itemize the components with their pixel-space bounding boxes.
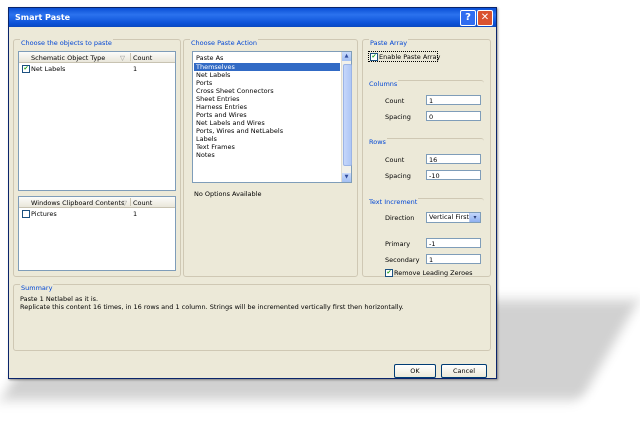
- paste-option-ports[interactable]: Ports: [194, 79, 340, 87]
- objects-group-title: Choose the objects to paste: [20, 39, 113, 47]
- paste-action-group-title: Choose Paste Action: [190, 39, 259, 47]
- list-item-count: 1: [133, 65, 138, 73]
- paste-option-ports-wires-netlabels[interactable]: Ports, Wires and NetLabels: [194, 127, 340, 135]
- remove-leading-zeroes-label: Remove Leading Zeroes: [394, 269, 473, 277]
- rows-title: Rows: [368, 138, 387, 146]
- scroll-thumb[interactable]: [343, 64, 352, 166]
- col-clipboard-contents[interactable]: Windows Clipboard Contents: [31, 199, 124, 207]
- paste-option-labels[interactable]: Labels: [194, 135, 340, 143]
- ok-button[interactable]: OK: [394, 364, 436, 378]
- columns-spacing-label: Spacing: [385, 113, 411, 121]
- columns-title: Columns: [368, 80, 399, 88]
- smart-paste-dialog: Smart Paste ? ✕ Choose the objects to pa…: [8, 7, 497, 379]
- remove-leading-zeroes-checkbox[interactable]: ✔: [385, 269, 393, 277]
- paste-as-scrollbar[interactable]: ▲ ▼: [341, 52, 352, 182]
- paste-option-themselves[interactable]: Themselves: [194, 63, 340, 71]
- rows-spacing-input[interactable]: -10: [426, 170, 481, 180]
- paste-option-harness-entries[interactable]: Harness Entries: [194, 103, 340, 111]
- title-bar[interactable]: Smart Paste ? ✕: [9, 8, 496, 27]
- paste-action-group: Choose Paste Action Paste As Themselves …: [183, 39, 358, 277]
- paste-array-group: Paste Array ✔ Enable Paste Array Columns…: [362, 39, 491, 277]
- cancel-button[interactable]: Cancel: [441, 364, 487, 378]
- remove-leading-zeroes[interactable]: ✔ Remove Leading Zeroes: [385, 269, 485, 277]
- rows-count-label: Count: [385, 156, 405, 164]
- list-item-label: Net Labels: [31, 65, 66, 73]
- scroll-down-icon[interactable]: ▼: [342, 173, 351, 182]
- objects-group: Choose the objects to paste Schematic Ob…: [13, 39, 181, 277]
- enable-paste-array-checkbox[interactable]: ✔: [370, 53, 378, 61]
- secondary-label: Secondary: [385, 256, 420, 264]
- paste-as-list[interactable]: Paste As Themselves Net Labels Ports Cro…: [192, 51, 352, 183]
- paste-option-net-labels[interactable]: Net Labels: [194, 71, 340, 79]
- summary-group: Summary Paste 1 Netlabel as it is. Repli…: [13, 284, 491, 351]
- enable-paste-array-label: Enable Paste Array: [379, 53, 441, 61]
- schematic-object-list[interactable]: Schematic Object Type ▽ Count ✔ Net Labe…: [18, 51, 176, 191]
- columns-count-label: Count: [385, 97, 405, 105]
- paste-option-cross-sheet-connectors[interactable]: Cross Sheet Connectors: [194, 87, 340, 95]
- clipboard-list-header: Windows Clipboard Contents ▽ Count: [19, 197, 175, 208]
- list-item-net-labels[interactable]: ✔ Net Labels 1: [19, 64, 175, 73]
- scroll-up-icon[interactable]: ▲: [342, 52, 351, 61]
- window-title: Smart Paste: [15, 13, 71, 22]
- columns-count-input[interactable]: 1: [426, 95, 481, 105]
- paste-option-sheet-entries[interactable]: Sheet Entries: [194, 95, 340, 103]
- direction-select[interactable]: Vertical First ▾: [426, 212, 481, 223]
- direction-label: Direction: [385, 214, 415, 222]
- rows-spacing-label: Spacing: [385, 172, 411, 180]
- paste-option-notes[interactable]: Notes: [194, 151, 340, 159]
- no-options-text: No Options Available: [194, 190, 262, 198]
- columns-spacing-input[interactable]: 0: [426, 111, 481, 121]
- sort-icon: ▽: [122, 199, 127, 207]
- paste-as-header: Paste As: [196, 54, 224, 62]
- text-increment-title: Text Increment: [368, 198, 419, 206]
- sort-icon: ▽: [120, 54, 125, 62]
- secondary-input[interactable]: 1: [426, 254, 481, 264]
- list-item-label: Pictures: [31, 210, 57, 218]
- close-button[interactable]: ✕: [477, 10, 493, 26]
- col-schematic-object-type[interactable]: Schematic Object Type: [31, 54, 105, 62]
- chevron-down-icon[interactable]: ▾: [469, 213, 480, 222]
- paste-option-net-labels-and-wires[interactable]: Net Labels and Wires: [194, 119, 340, 127]
- col-count[interactable]: Count: [133, 54, 152, 62]
- summary-title: Summary: [20, 284, 54, 292]
- list-item-pictures[interactable]: Pictures 1: [19, 209, 175, 218]
- help-button[interactable]: ?: [460, 10, 476, 26]
- direction-value: Vertical First: [429, 213, 470, 221]
- net-labels-checkbox[interactable]: ✔: [22, 65, 30, 73]
- clipboard-contents-list[interactable]: Windows Clipboard Contents ▽ Count Pictu…: [18, 196, 176, 271]
- pictures-checkbox[interactable]: [22, 210, 30, 218]
- list-item-count: 1: [133, 210, 138, 218]
- col-count[interactable]: Count: [133, 199, 152, 207]
- paste-array-group-title: Paste Array: [369, 39, 409, 47]
- paste-option-text-frames[interactable]: Text Frames: [194, 143, 340, 151]
- summary-line-1: Paste 1 Netlabel as it is.: [20, 295, 99, 303]
- paste-option-ports-and-wires[interactable]: Ports and Wires: [194, 111, 340, 119]
- summary-line-2: Replicate this content 16 times, in 16 r…: [20, 303, 404, 311]
- primary-label: Primary: [385, 240, 411, 248]
- enable-paste-array[interactable]: ✔ Enable Paste Array: [368, 51, 441, 62]
- schematic-list-header: Schematic Object Type ▽ Count: [19, 52, 175, 63]
- primary-input[interactable]: -1: [426, 238, 481, 248]
- rows-count-input[interactable]: 16: [426, 154, 481, 164]
